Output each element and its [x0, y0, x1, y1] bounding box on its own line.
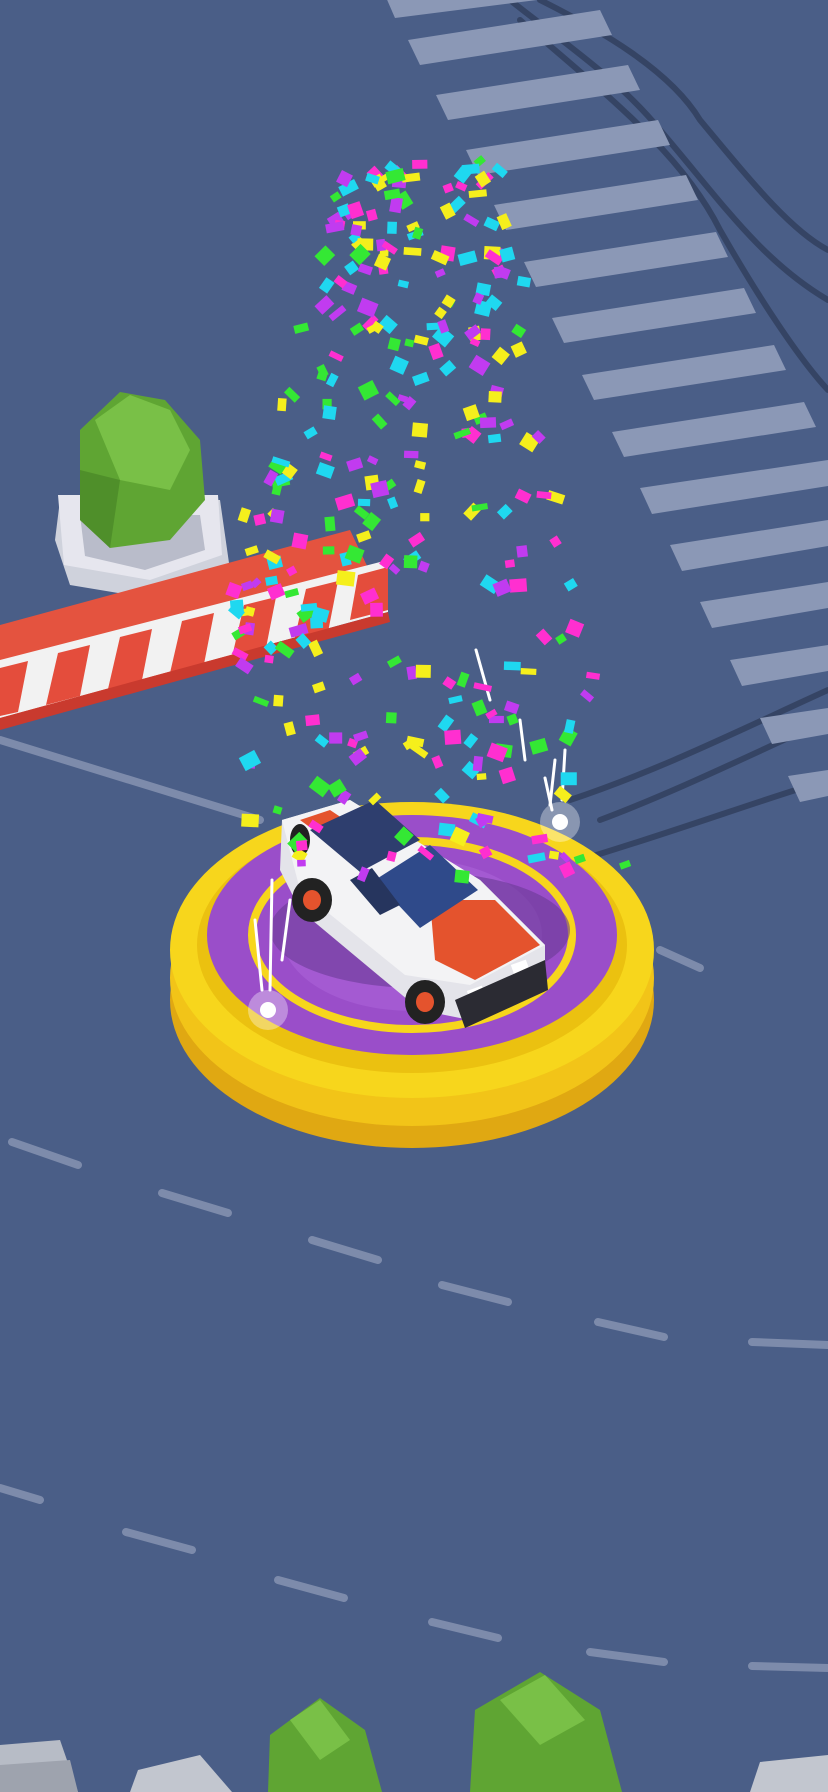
confetti-piece — [385, 712, 397, 724]
confetti-piece — [504, 559, 516, 569]
confetti-piece — [411, 422, 429, 438]
game-scene[interactable] — [0, 0, 828, 1792]
confetti-piece — [480, 328, 491, 341]
confetti-piece — [322, 405, 337, 420]
confetti-piece — [415, 664, 431, 678]
confetti-piece — [487, 433, 502, 444]
confetti-piece — [291, 532, 309, 550]
confetti-piece — [420, 513, 430, 522]
confetti-piece — [548, 850, 560, 860]
confetti-piece — [461, 163, 480, 175]
confetti-piece — [335, 570, 356, 587]
confetti-piece — [403, 450, 419, 459]
confetti-piece — [329, 732, 343, 744]
confetti-piece — [516, 545, 528, 558]
confetti-piece — [403, 247, 422, 256]
confetti-piece — [264, 654, 274, 664]
confetti-piece — [472, 755, 484, 772]
confetti-piece — [277, 398, 287, 412]
confetti-piece — [479, 417, 497, 429]
confetti-piece — [476, 773, 487, 781]
confetti-piece — [324, 516, 336, 532]
confetti-piece — [503, 661, 521, 671]
confetti-piece — [357, 498, 371, 507]
confetti-piece — [387, 221, 397, 234]
confetti-piece — [229, 599, 244, 613]
confetti-piece — [488, 391, 502, 403]
confetti-piece — [322, 546, 335, 555]
confetti-piece — [509, 578, 528, 593]
confetti-piece — [295, 839, 308, 851]
confetti-piece — [269, 508, 285, 524]
confetti-piece — [350, 224, 363, 237]
confetti-piece — [444, 729, 462, 745]
confetti-piece — [454, 869, 470, 884]
confetti-piece — [403, 555, 418, 569]
confetti-piece — [520, 668, 537, 676]
confetti-piece — [297, 859, 306, 867]
confetti-piece — [241, 813, 260, 828]
confetti-piece — [305, 714, 321, 727]
confetti-piece — [560, 772, 577, 786]
confetti-piece — [370, 602, 383, 617]
confetti-piece — [412, 159, 428, 169]
confetti-piece — [273, 694, 284, 707]
